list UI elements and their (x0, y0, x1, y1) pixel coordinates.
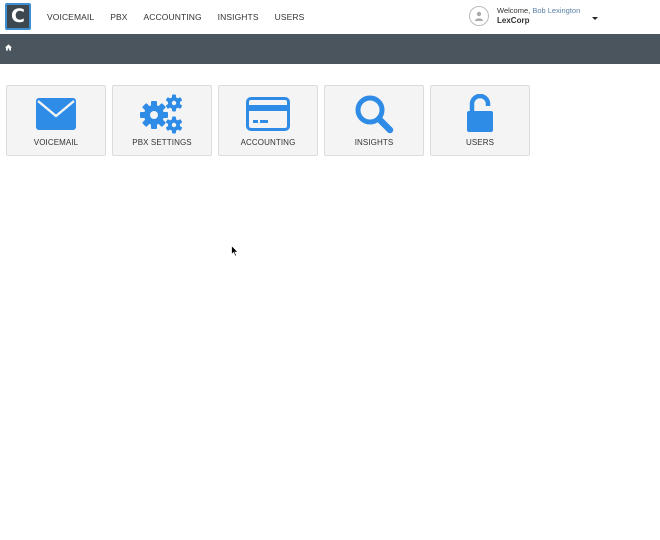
user-name: Bob Lexington (532, 6, 581, 15)
nav-accounting[interactable]: ACCOUNTING (144, 12, 202, 22)
gears-icon (140, 94, 182, 134)
nav-insights[interactable]: INSIGHTS (218, 12, 259, 22)
unlock-icon (467, 94, 493, 132)
tile-label: INSIGHTS (354, 138, 394, 147)
user-icon (475, 11, 483, 21)
nav-voicemail[interactable]: VOICEMAIL (47, 12, 94, 22)
caret-down-icon[interactable] (592, 17, 598, 20)
user-menu[interactable]: Welcome, Bob Lexington LexCorp (469, 5, 609, 29)
welcome-text: Welcome, Bob Lexington (497, 6, 580, 15)
nav-users[interactable]: USERS (275, 12, 305, 22)
tile-accounting[interactable]: ACCOUNTING (218, 85, 318, 156)
tile-label: VOICEMAIL (33, 138, 79, 147)
search-icon (355, 95, 394, 134)
company-name: LexCorp (497, 16, 530, 25)
app-logo[interactable]: C (5, 3, 31, 30)
top-navbar: C VOICEMAIL PBX ACCOUNTING INSIGHTS USER… (0, 0, 660, 34)
mouse-cursor-icon (231, 245, 239, 257)
breadcrumb (0, 34, 660, 64)
tile-label: PBX SETTINGS (132, 138, 192, 147)
nav-pbx[interactable]: PBX (110, 12, 127, 22)
tile-users[interactable]: USERS (430, 85, 530, 156)
tile-pbx-settings[interactable]: PBX SETTINGS (112, 85, 212, 156)
main-nav: VOICEMAIL PBX ACCOUNTING INSIGHTS USERS (47, 0, 320, 34)
tile-insights[interactable]: INSIGHTS (324, 85, 424, 156)
welcome-prefix: Welcome, (497, 6, 531, 15)
tile-voicemail[interactable]: VOICEMAIL (6, 85, 106, 156)
tile-label: USERS (465, 138, 495, 147)
home-icon[interactable] (5, 44, 12, 51)
avatar (469, 6, 489, 26)
credit-card-icon (246, 97, 290, 131)
tile-label: ACCOUNTING (240, 138, 296, 147)
envelope-icon (36, 98, 76, 130)
logo-letter: C (11, 4, 25, 27)
